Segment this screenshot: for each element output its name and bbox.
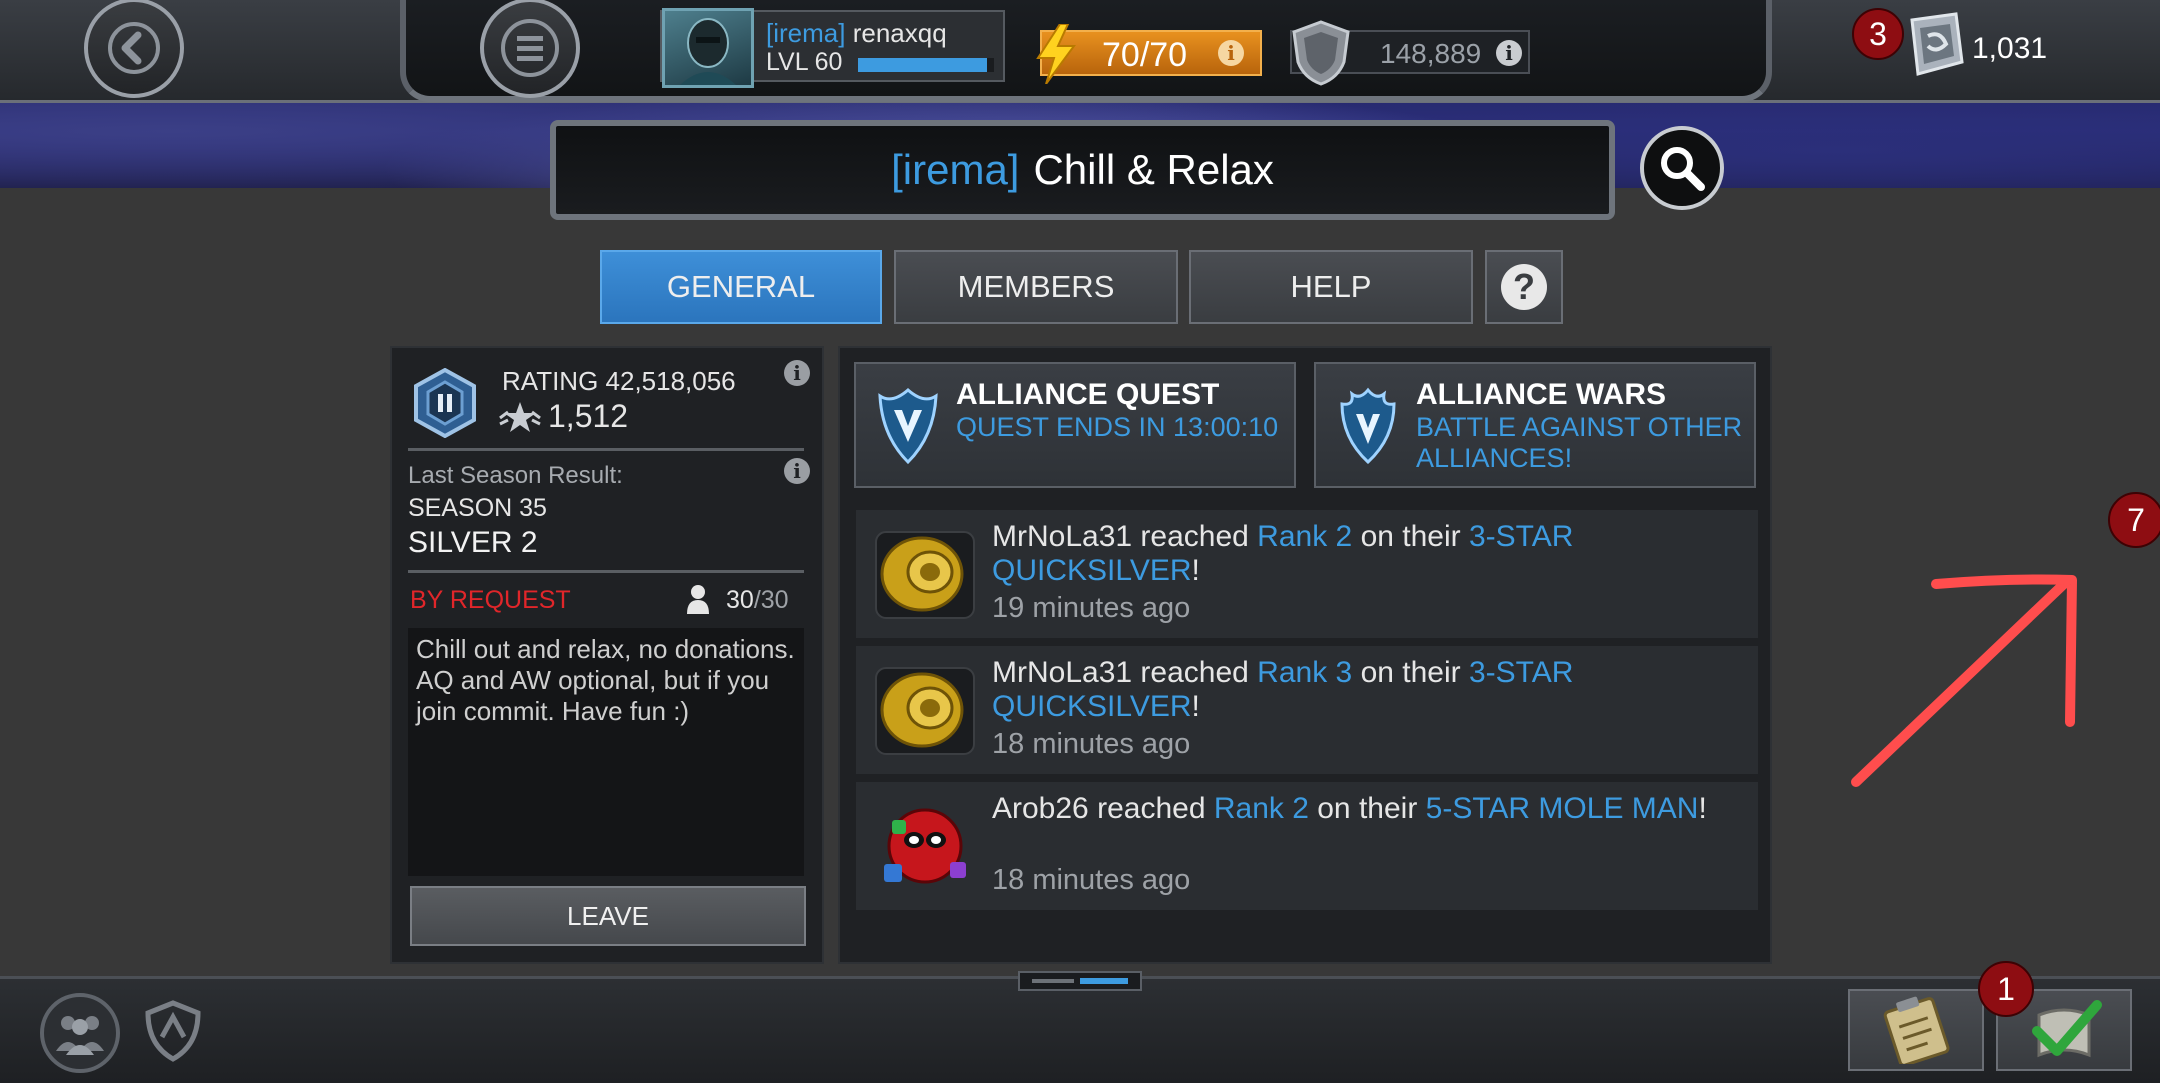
feed-rank: Rank 3 <box>1257 656 1353 689</box>
feed-time: 18 minutes ago <box>992 728 1191 760</box>
deadpool-avatar-icon <box>884 808 966 884</box>
annotation-arrow-icon <box>1851 574 2077 787</box>
last-season-label: Last Season Result: <box>408 462 623 489</box>
feed-champion: 5-STAR MOLE MAN <box>1425 792 1699 825</box>
alliance-name: Chill & Relax <box>1033 146 1274 193</box>
menu-button[interactable] <box>480 0 580 98</box>
alliance-description: Chill out and relax, no donations. AQ an… <box>408 628 804 876</box>
member-count: 30/30 <box>726 586 789 614</box>
divider <box>408 448 804 451</box>
question-mark-icon: ? <box>1501 264 1547 310</box>
member-icon <box>687 585 709 614</box>
search-button[interactable] <box>1640 126 1724 210</box>
chevron-left-icon <box>108 22 160 74</box>
feed-item[interactable]: MrNoLa31 reached Rank 2 on their 3-STAR … <box>856 510 1758 638</box>
energy-info-icon[interactable]: i <box>1218 40 1244 66</box>
alliance-tag: [irema] <box>891 146 1020 193</box>
player-level: LVL 60 <box>766 48 843 76</box>
gold-meter[interactable]: 148,889 i <box>1290 20 1530 86</box>
feed-rank: Rank 2 <box>1213 792 1309 825</box>
feed-user: Arob26 <box>992 792 1089 825</box>
units-icon[interactable] <box>1900 10 1968 80</box>
join-type: BY REQUEST <box>410 586 571 614</box>
gold-ring-icon <box>875 667 975 755</box>
alliance-rank-emblem-icon <box>414 368 476 438</box>
xp-bar <box>858 58 994 72</box>
season-label: SEASON 35 <box>408 494 547 522</box>
tab-help[interactable]: HELP <box>1189 250 1473 324</box>
units-notification-badge: 3 <box>1852 8 1904 60</box>
tab-members[interactable]: MEMBERS <box>894 250 1178 324</box>
divider <box>408 570 804 573</box>
alliance-wars-card[interactable]: ALLIANCE WARS BATTLE AGAINST OTHER ALLIA… <box>1314 362 1756 488</box>
units-value: 1,031 <box>1972 32 2048 65</box>
tab-info[interactable]: ? <box>1485 250 1563 324</box>
alliance-wars-subtitle: BATTLE AGAINST OTHER ALLIANCES! <box>1416 412 1743 473</box>
season-tier: SILVER 2 <box>408 526 538 559</box>
gold-ring-icon <box>875 531 975 619</box>
lightning-icon <box>1036 24 1076 84</box>
feed-item[interactable]: Arob26 reached Rank 2 on their 5-STAR MO… <box>856 782 1758 910</box>
shield-currency-icon <box>1292 20 1350 86</box>
gold-info-icon[interactable]: i <box>1496 40 1522 66</box>
alliance-members-button[interactable] <box>40 993 120 1073</box>
player-alliance-tag: [irema] <box>766 18 846 48</box>
bottom-bar: 1 <box>0 961 2160 1083</box>
checkmark-scroll-icon <box>2032 1000 2102 1058</box>
alliance-prestige: 1,512 <box>548 398 629 434</box>
alliance-activity-panel: ALLIANCE QUEST QUEST ENDS IN 13:00:10 AL… <box>838 346 1772 964</box>
energy-value: 70/70 <box>1102 36 1188 74</box>
alliance-rating: RATING 42,518,056 <box>502 366 736 396</box>
alliance-wars-icon <box>1340 387 1396 465</box>
feed-time: 19 minutes ago <box>992 592 1191 624</box>
alliance-quest-title: ALLIANCE QUEST <box>956 378 1220 411</box>
alliance-quest-icon <box>878 388 938 465</box>
alliance-title-bar: [irema] Chill & Relax <box>550 120 1615 220</box>
feed-user: MrNoLa31 <box>992 656 1133 689</box>
leave-button[interactable]: LEAVE <box>410 886 806 946</box>
alliance-quest-card[interactable]: ALLIANCE QUEST QUEST ENDS IN 13:00:10 <box>854 362 1296 488</box>
back-button[interactable] <box>84 0 184 98</box>
alliance-shield-icon[interactable] <box>142 999 204 1063</box>
feed-time: 18 minutes ago <box>992 864 1191 896</box>
alliance-tasks-button[interactable] <box>1848 989 1984 1071</box>
energy-meter[interactable]: 70/70 i <box>1036 24 1262 84</box>
player-username: renaxqq <box>852 18 947 48</box>
clipboard-icon <box>1883 996 1950 1064</box>
tab-general[interactable]: GENERAL <box>600 250 882 324</box>
group-icon <box>56 1016 104 1055</box>
alliance-info-panel: RATING 42,518,056 i 1,512 Last Season Re… <box>390 346 824 964</box>
feed-item[interactable]: MrNoLa31 reached Rank 3 on their 3-STAR … <box>856 646 1758 774</box>
alliance-wars-title: ALLIANCE WARS <box>1416 378 1666 411</box>
player-avatar <box>662 8 754 88</box>
feed-user: MrNoLa31 <box>992 520 1133 553</box>
player-profile[interactable]: [irema] renaxqq LVL 60 <box>660 8 1005 88</box>
gold-value: 148,889 <box>1380 38 1482 69</box>
hamburger-menu-icon <box>501 19 559 77</box>
xp-bar-fill <box>858 58 988 72</box>
page-indicator <box>1018 971 1142 991</box>
season-info-icon[interactable]: i <box>784 458 810 484</box>
side-notification-badge[interactable]: 7 <box>2108 492 2160 548</box>
rating-info-icon[interactable]: i <box>784 360 810 386</box>
tasks-notification-badge: 1 <box>1978 961 2034 1017</box>
prestige-star-icon <box>499 402 541 432</box>
feed-rank: Rank 2 <box>1257 520 1353 553</box>
alliance-quest-subtitle: QUEST ENDS IN 13:00:10 <box>956 412 1279 442</box>
search-icon <box>1661 147 1705 191</box>
